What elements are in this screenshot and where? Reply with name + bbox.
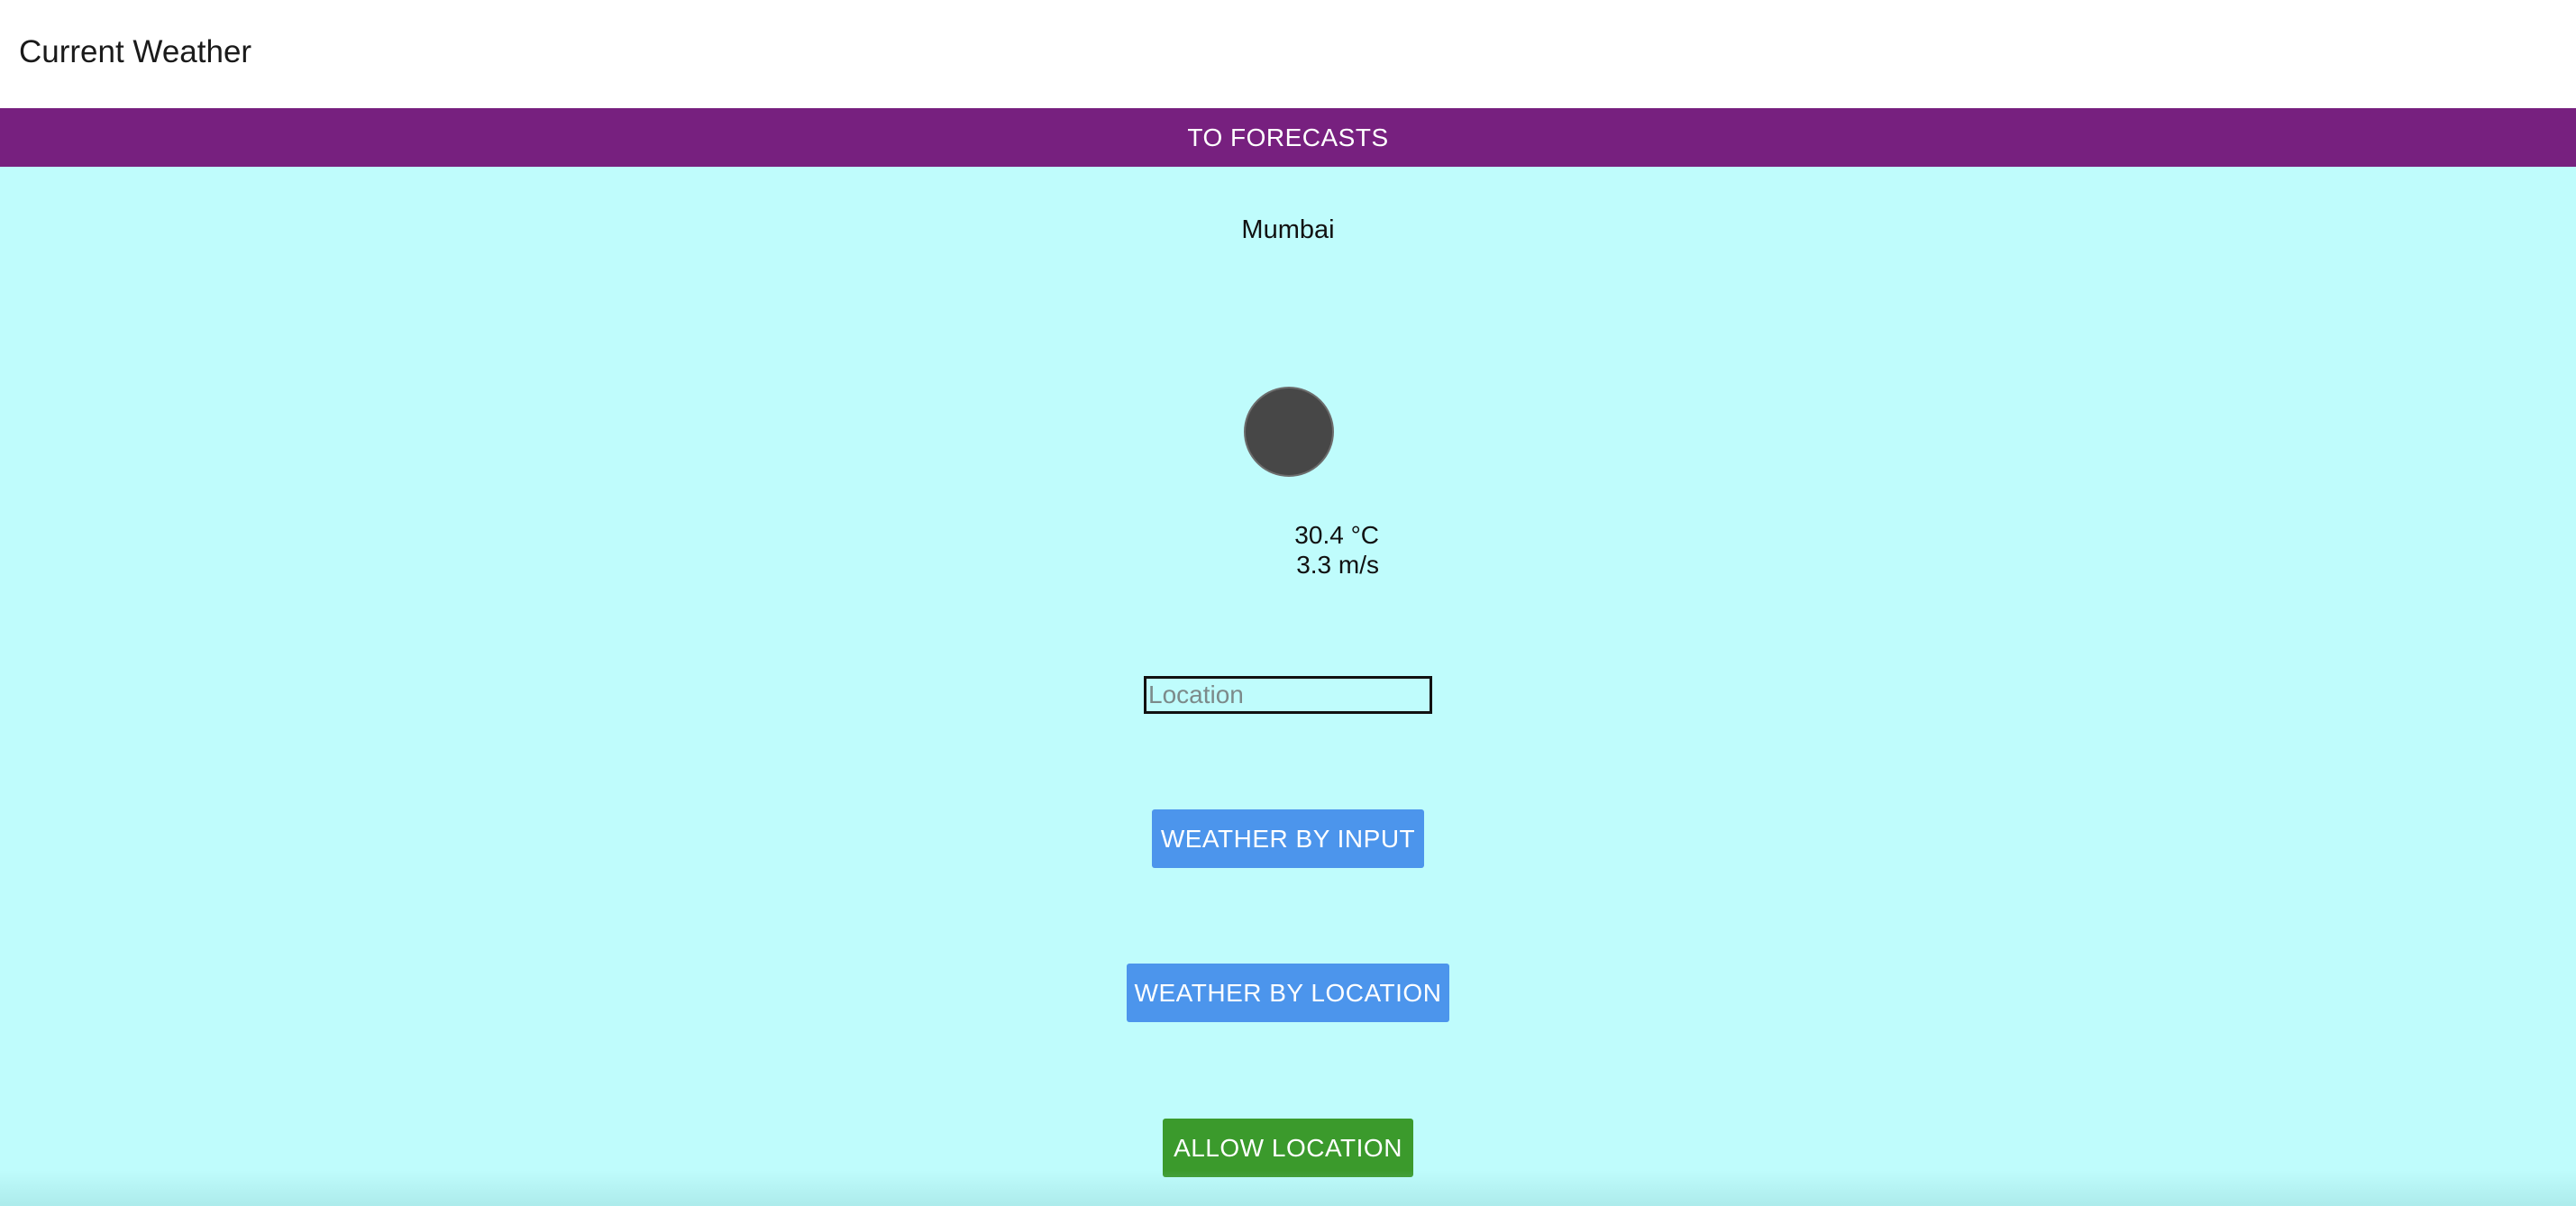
temperature-value: 30.4 °C bbox=[1294, 521, 1379, 549]
weather-content: Mumbai 30.4 °C 3.3 m/s WEATHER BY INPUT … bbox=[0, 167, 2576, 1206]
app-header: Current Weather bbox=[0, 0, 2576, 108]
page-title: Current Weather bbox=[19, 34, 252, 69]
weather-by-location-label: WEATHER BY LOCATION bbox=[1134, 978, 1442, 1007]
wind-speed-value: 3.3 m/s bbox=[1296, 551, 1379, 579]
to-forecasts-button[interactable]: TO FORECASTS bbox=[0, 108, 2576, 167]
weather-condition-icon bbox=[1244, 387, 1334, 477]
location-input[interactable] bbox=[1144, 676, 1432, 714]
weather-by-input-button[interactable]: WEATHER BY INPUT bbox=[1152, 809, 1424, 868]
allow-location-button[interactable]: ALLOW LOCATION bbox=[1163, 1119, 1413, 1177]
weather-by-location-button[interactable]: WEATHER BY LOCATION bbox=[1127, 964, 1449, 1022]
to-forecasts-label: TO FORECASTS bbox=[1187, 123, 1389, 151]
weather-readings: 30.4 °C 3.3 m/s bbox=[1244, 520, 1379, 580]
weather-by-input-label: WEATHER BY INPUT bbox=[1160, 824, 1416, 853]
allow-location-label: ALLOW LOCATION bbox=[1174, 1133, 1402, 1162]
city-name: Mumbai bbox=[1241, 215, 1335, 244]
